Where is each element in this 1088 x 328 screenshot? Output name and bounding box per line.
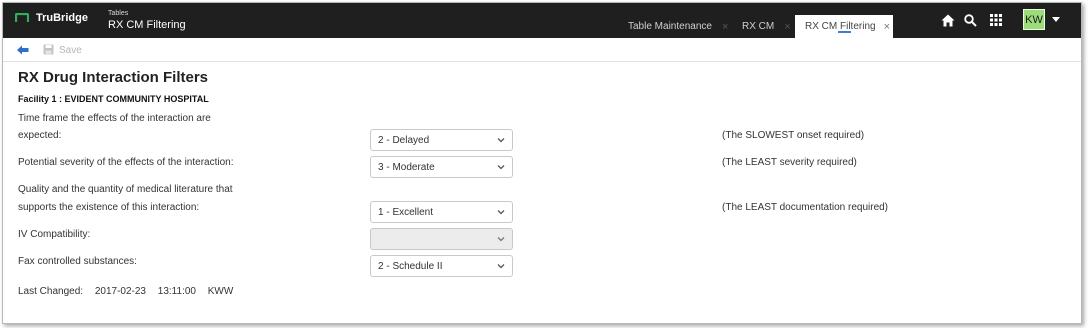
severity-label: Potential severity of the effects of the… — [18, 157, 234, 168]
breadcrumb: Tables RX CM Filtering — [108, 10, 186, 32]
chevron-down-icon — [497, 210, 505, 215]
tab-rx-cm[interactable]: RX CM × — [731, 15, 795, 38]
back-arrow-icon[interactable] — [17, 45, 29, 55]
documentation-label-line2: supports the existence of this interacti… — [18, 202, 200, 213]
trubridge-logo: TruBridge — [15, 12, 88, 24]
last-changed-time: 13:11:00 — [157, 286, 196, 297]
onset-select-value: 2 - Delayed — [378, 134, 430, 146]
last-changed: Last Changed: 2017-02-23 13:11:00 KWW — [18, 286, 242, 297]
tab-rx-cm-filtering[interactable]: RX CM Filtering × — [795, 15, 893, 38]
chevron-down-icon — [497, 237, 505, 242]
toolbar: Save — [3, 38, 1081, 62]
tab-close-icon[interactable]: × — [722, 21, 728, 33]
documentation-select-value: 1 - Excellent — [378, 206, 434, 218]
search-icon[interactable] — [964, 14, 977, 27]
tab-strip: Table Maintenance × RX CM × RX CM Filter… — [616, 15, 893, 38]
breadcrumb-title: RX CM Filtering — [108, 19, 186, 31]
apps-grid-icon[interactable] — [990, 14, 1002, 26]
onset-label-line2: expected: — [18, 130, 62, 141]
severity-select-value: 3 - Moderate — [378, 161, 435, 173]
tab-label: RX CM — [742, 21, 775, 32]
documentation-label-line1: Quality and the quantity of medical lite… — [18, 184, 233, 195]
fax-controlled-select[interactable]: 2 - Schedule II — [370, 255, 513, 277]
onset-select[interactable]: 2 - Delayed — [370, 129, 513, 151]
logo-mark-icon — [15, 13, 29, 22]
tab-close-icon[interactable]: × — [784, 21, 790, 33]
logo-text: TruBridge — [36, 12, 88, 24]
chevron-down-icon — [497, 264, 505, 269]
fax-controlled-select-value: 2 - Schedule II — [378, 260, 443, 272]
home-icon[interactable] — [941, 14, 955, 27]
last-changed-label: Last Changed: — [18, 286, 84, 297]
severity-select[interactable]: 3 - Moderate — [370, 156, 513, 178]
tab-table-maintenance[interactable]: Table Maintenance × — [616, 15, 731, 38]
app-window: TruBridge Tables RX CM Filtering Table M… — [2, 2, 1082, 324]
chevron-down-icon — [497, 165, 505, 170]
save-button[interactable]: Save — [59, 45, 82, 56]
onset-note: (The SLOWEST onset required) — [722, 130, 865, 141]
facility-heading: Facility 1 : EVIDENT COMMUNITY HOSPITAL — [18, 94, 209, 104]
user-avatar[interactable]: KW — [1023, 9, 1045, 30]
severity-note: (The LEAST severity required) — [722, 157, 857, 168]
tab-label: Table Maintenance — [628, 21, 712, 32]
fax-controlled-label: Fax controlled substances: — [18, 256, 137, 267]
page-title: RX Drug Interaction Filters — [18, 69, 209, 86]
tab-close-icon[interactable]: × — [884, 21, 890, 33]
chevron-down-icon — [497, 138, 505, 143]
documentation-select[interactable]: 1 - Excellent — [370, 201, 513, 223]
iv-compatibility-label: IV Compatibility: — [18, 229, 91, 240]
active-tab-indicator — [838, 31, 851, 33]
save-icon — [43, 44, 54, 55]
last-changed-date: 2017-02-23 — [94, 286, 146, 297]
documentation-note: (The LEAST documentation required) — [722, 202, 889, 213]
breadcrumb-parent: Tables — [108, 10, 129, 17]
top-bar: TruBridge Tables RX CM Filtering Table M… — [3, 3, 1081, 38]
iv-compatibility-select[interactable] — [370, 228, 513, 250]
onset-label-line1: Time frame the effects of the interactio… — [18, 113, 211, 124]
user-menu-caret-icon[interactable] — [1052, 17, 1060, 22]
last-changed-user: KWW — [207, 286, 234, 297]
